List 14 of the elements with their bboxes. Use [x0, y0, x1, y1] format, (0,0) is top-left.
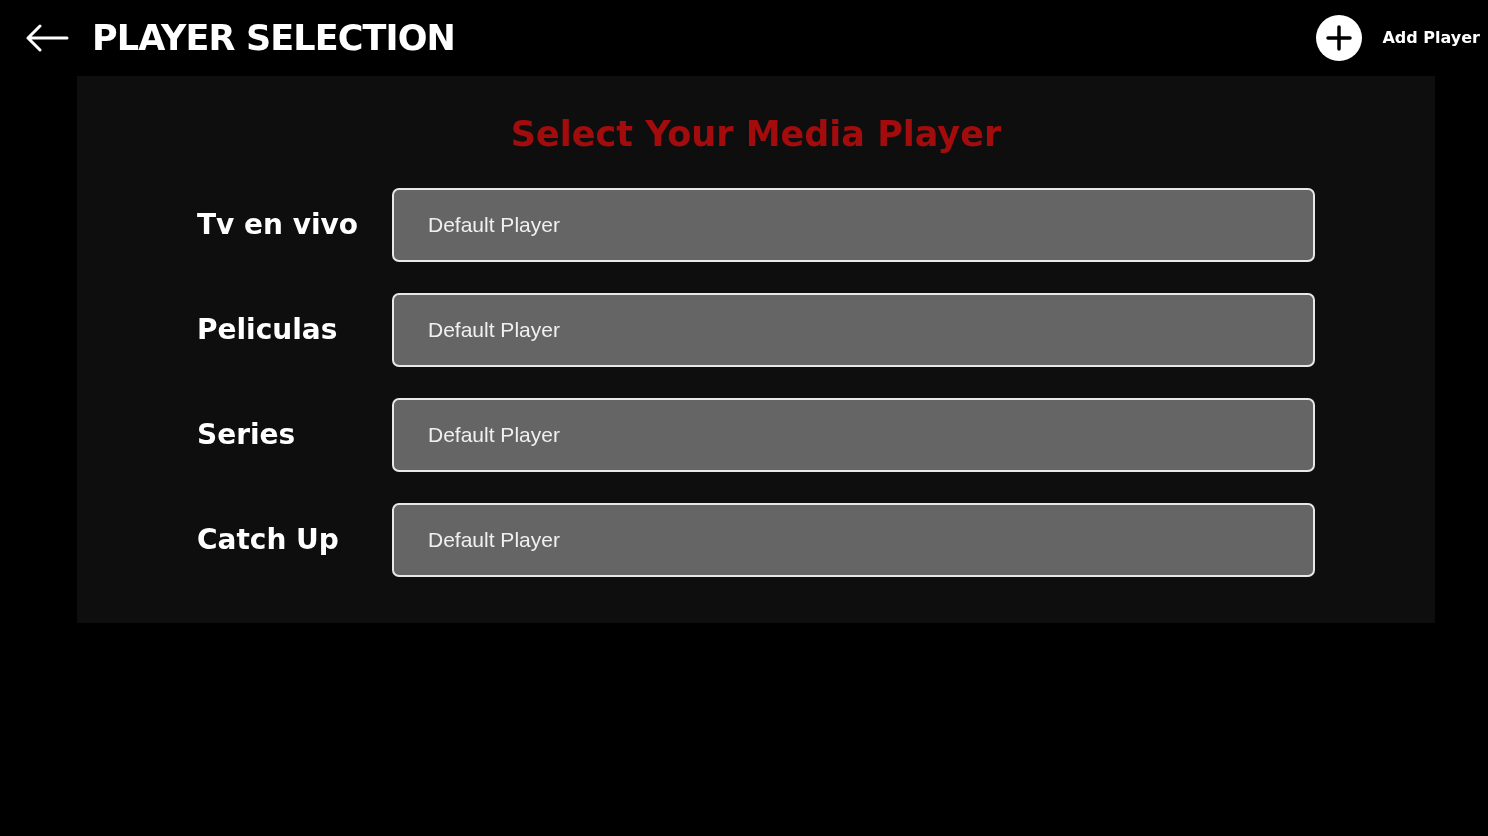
add-player-button[interactable]: Add Player: [1316, 15, 1480, 61]
category-label: Series: [197, 417, 297, 453]
player-dropdown[interactable]: Default Player: [392, 188, 1315, 262]
player-dropdown[interactable]: Default Player: [392, 293, 1315, 367]
category-label: Tv en vivo: [197, 207, 360, 243]
category-label: Catch Up: [197, 522, 340, 558]
panel-title: Select Your Media Player: [510, 113, 1002, 156]
category-label: Peliculas: [197, 312, 339, 348]
player-dropdown[interactable]: Default Player: [392, 503, 1315, 577]
back-arrow-icon: [25, 24, 69, 52]
back-button[interactable]: [24, 23, 70, 53]
page-title: PLAYER SELECTION: [92, 16, 456, 60]
plus-icon: [1316, 15, 1363, 61]
player-dropdown[interactable]: Default Player: [392, 398, 1315, 472]
